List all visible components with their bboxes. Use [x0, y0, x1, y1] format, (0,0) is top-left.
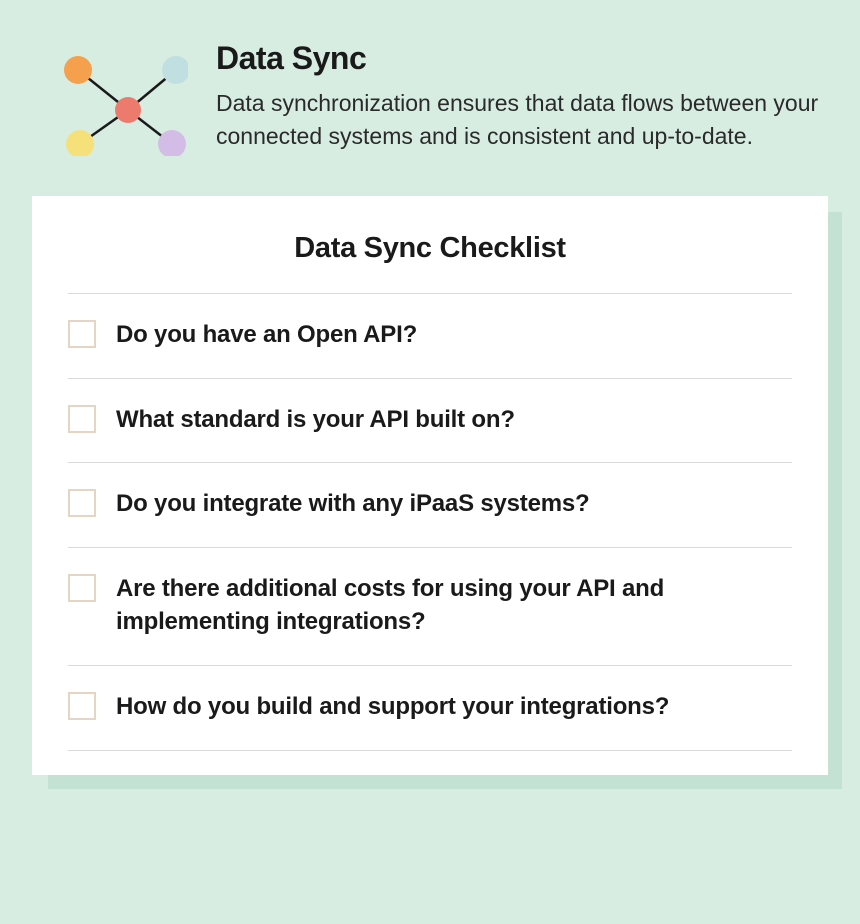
- checklist-item: Are there additional costs for using you…: [68, 548, 792, 666]
- checklist: Do you have an Open API? What standard i…: [68, 294, 792, 751]
- checklist-item: How do you build and support your integr…: [68, 666, 792, 751]
- checkbox[interactable]: [68, 320, 96, 348]
- card-title: Data Sync Checklist: [68, 232, 792, 294]
- checklist-card: Data Sync Checklist Do you have an Open …: [32, 196, 828, 775]
- card-container: Data Sync Checklist Do you have an Open …: [32, 196, 828, 775]
- header-description: Data synchronization ensures that data f…: [216, 87, 828, 154]
- checklist-item: Do you integrate with any iPaaS systems?: [68, 463, 792, 548]
- checklist-item: Do you have an Open API?: [68, 294, 792, 379]
- checkbox[interactable]: [68, 692, 96, 720]
- checklist-item: What standard is your API built on?: [68, 379, 792, 464]
- checkbox[interactable]: [68, 574, 96, 602]
- checklist-item-text: What standard is your API built on?: [116, 403, 515, 437]
- network-nodes-icon: [48, 46, 188, 156]
- checkbox[interactable]: [68, 405, 96, 433]
- header-title: Data Sync: [216, 40, 828, 77]
- checklist-item-text: Do you have an Open API?: [116, 318, 417, 352]
- checklist-item-text: Do you integrate with any iPaaS systems?: [116, 487, 589, 521]
- checklist-item-text: How do you build and support your integr…: [116, 690, 669, 724]
- checkbox[interactable]: [68, 489, 96, 517]
- header-text: Data Sync Data synchronization ensures t…: [216, 40, 828, 154]
- header: Data Sync Data synchronization ensures t…: [32, 40, 828, 156]
- checklist-item-text: Are there additional costs for using you…: [116, 572, 792, 639]
